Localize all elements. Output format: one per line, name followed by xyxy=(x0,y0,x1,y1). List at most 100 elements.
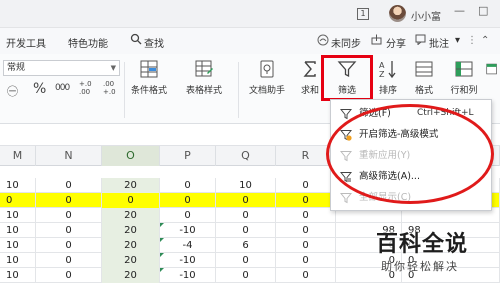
table-cell[interactable]: -10 xyxy=(160,268,216,283)
conditional-format-button[interactable]: 条件格式 xyxy=(127,59,171,96)
table-cell[interactable]: 20 xyxy=(102,208,160,223)
table-cell[interactable]: 20 xyxy=(102,253,160,268)
username-label[interactable]: 小小富 xyxy=(411,8,441,23)
show-all-icon xyxy=(340,193,352,204)
chevron-down-icon: ▼ xyxy=(110,64,116,72)
error-indicator-icon xyxy=(160,253,164,257)
more-icon[interactable]: ⋮ xyxy=(467,35,477,46)
table-cell[interactable]: 6 xyxy=(216,238,276,253)
table-cell[interactable]: 10 xyxy=(216,178,276,193)
filter-highlight-box xyxy=(321,55,373,101)
table-cell[interactable]: 0 xyxy=(276,253,336,268)
maximize-button[interactable]: □ xyxy=(478,4,488,17)
doc-assistant-icon xyxy=(260,60,274,78)
thousands-separator-icon[interactable]: 000 xyxy=(55,83,70,93)
percent-icon[interactable]: % xyxy=(33,81,46,97)
table-cell[interactable]: 20 xyxy=(102,178,160,193)
format-icon xyxy=(415,61,433,77)
number-format-select[interactable]: 常规 ▼ xyxy=(3,60,120,76)
watermark-title: 百科全说 xyxy=(376,232,469,257)
sort-button[interactable]: AZ 排序 xyxy=(373,59,403,96)
menu-item-special-features[interactable]: 特色功能 xyxy=(68,35,108,50)
table-cell[interactable]: 10 xyxy=(0,268,36,283)
divider xyxy=(124,62,125,118)
table-cell[interactable]: 0 xyxy=(216,223,276,238)
table-cell[interactable]: 10 xyxy=(0,208,36,223)
table-cell[interactable]: 0 xyxy=(36,208,102,223)
worksheet-button[interactable] xyxy=(485,59,500,83)
table-cell[interactable]: 0 xyxy=(36,253,102,268)
table-cell[interactable]: 10 xyxy=(0,253,36,268)
table-cell[interactable]: 0 xyxy=(276,268,336,283)
table-cell[interactable]: 0 xyxy=(216,253,276,268)
table-cell[interactable]: 0 xyxy=(0,193,36,208)
table-cell[interactable]: 0 xyxy=(36,178,102,193)
column-header-o[interactable]: O xyxy=(102,146,160,166)
doc-assistant-button[interactable]: 文档助手 xyxy=(244,59,290,96)
row-col-button[interactable]: 行和列 xyxy=(444,59,484,96)
table-cell[interactable]: -10 xyxy=(160,223,216,238)
table-cell[interactable]: 0 xyxy=(276,178,336,193)
table-cell[interactable]: -4 xyxy=(160,238,216,253)
table-cell[interactable]: 0 xyxy=(160,193,216,208)
comment-icon[interactable] xyxy=(415,34,426,48)
table-cell[interactable]: 10 xyxy=(0,178,36,193)
increase-decimal-icon[interactable]: +.0.00 xyxy=(79,80,92,96)
comment-button[interactable]: 批注 xyxy=(429,35,449,50)
table-cell[interactable]: 0 xyxy=(276,238,336,253)
table-cell[interactable]: 0 xyxy=(36,223,102,238)
table-cell[interactable]: 0 xyxy=(36,268,102,283)
menu-item-developer-tools[interactable]: 开发工具 xyxy=(6,35,46,50)
table-cell[interactable]: 10 xyxy=(0,223,36,238)
error-indicator-icon xyxy=(160,238,164,242)
table-cell[interactable]: 0 xyxy=(216,193,276,208)
column-header-n[interactable]: N xyxy=(36,146,102,166)
column-header-q[interactable]: Q xyxy=(216,146,276,166)
table-cell[interactable]: 0 xyxy=(160,178,216,193)
share-icon[interactable] xyxy=(371,34,382,48)
table-cell[interactable]: 0 xyxy=(36,238,102,253)
row-col-icon xyxy=(455,61,473,77)
worksheet-icon xyxy=(485,63,497,75)
column-header-p[interactable]: P xyxy=(160,146,216,166)
menu-item-find[interactable]: 查找 xyxy=(144,35,164,50)
number-format-value: 常规 xyxy=(7,63,26,73)
table-cell[interactable]: 0 xyxy=(102,193,160,208)
table-cell[interactable]: 0 xyxy=(216,268,276,283)
table-cell[interactable]: 20 xyxy=(102,238,160,253)
table-cell[interactable]: 0 xyxy=(216,208,276,223)
chevron-down-icon[interactable]: ▾ xyxy=(455,35,460,46)
table-cell[interactable]: 0 xyxy=(276,223,336,238)
chevron-up-icon[interactable]: ⌃ xyxy=(481,35,489,46)
currency-icon[interactable]: ㊀ xyxy=(7,83,18,99)
table-cell[interactable]: 0 xyxy=(36,193,102,208)
table-cell[interactable]: 20 xyxy=(102,268,160,283)
divider xyxy=(238,62,239,118)
error-indicator-icon xyxy=(160,268,164,272)
table-style-button[interactable]: 表格样式 xyxy=(179,59,229,96)
table-cell[interactable]: 20 xyxy=(102,223,160,238)
avatar[interactable] xyxy=(389,5,406,22)
share-button[interactable]: 分享 xyxy=(386,35,406,50)
table-cell[interactable]: 0 xyxy=(276,208,336,223)
cell-value: -10 xyxy=(179,270,196,281)
table-cell[interactable]: -10 xyxy=(160,253,216,268)
table-cell[interactable]: 10 xyxy=(0,238,36,253)
watermark-subtitle: 助你轻松解决 xyxy=(381,260,459,273)
format-button[interactable]: 格式 xyxy=(407,59,441,96)
svg-text:A: A xyxy=(379,61,385,70)
row-col-label: 行和列 xyxy=(450,86,478,96)
doc-assistant-label: 文档助手 xyxy=(248,86,285,96)
table-cell[interactable]: 0 xyxy=(160,208,216,223)
minimize-button[interactable]: — xyxy=(454,4,465,17)
table-style-icon xyxy=(195,60,213,77)
decrease-decimal-icon[interactable]: .00 +.0 xyxy=(103,80,116,96)
search-icon[interactable] xyxy=(130,33,142,48)
title-bar: 1 小小富 — □ xyxy=(0,0,500,28)
notification-badge[interactable]: 1 xyxy=(357,8,369,20)
sync-status[interactable]: 未同步 xyxy=(331,35,361,50)
column-header-m[interactable]: M xyxy=(0,146,36,166)
cell-value: -10 xyxy=(179,225,196,236)
table-cell[interactable]: 0 xyxy=(276,193,336,208)
cloud-sync-icon[interactable] xyxy=(317,34,329,49)
